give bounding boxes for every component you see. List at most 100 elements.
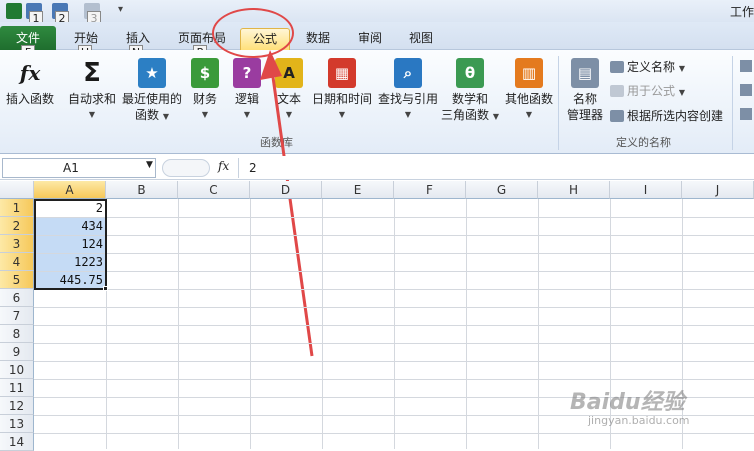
column-header-f[interactable]: F [394, 181, 466, 199]
column-header-i[interactable]: I [610, 181, 682, 199]
row-header-4[interactable]: 4 [0, 253, 34, 271]
tab-review[interactable]: 审阅 [352, 28, 388, 50]
grid-line [34, 343, 754, 344]
column-header-c[interactable]: C [178, 181, 250, 199]
row-header-2[interactable]: 2 [0, 217, 34, 235]
title-bar: 1 2 3 ▾ 工作 [0, 0, 754, 27]
name-manager-label: 名称 [572, 92, 597, 106]
autosum-button[interactable]: Σ 自动求和 ▼ [66, 58, 118, 123]
math-trig-label-2: 三角函数 ▼ [441, 108, 499, 122]
window-title: 工作 [729, 5, 754, 19]
select-all-corner[interactable] [0, 181, 34, 199]
grid-line [322, 199, 323, 449]
name-manager-icon: ▤ [571, 58, 599, 88]
watermark-url: jingyan.baidu.com [588, 414, 690, 427]
chevron-down-icon: ▼ [88, 110, 96, 119]
grid-line [34, 217, 754, 218]
customize-quick-access-icon[interactable]: ▾ [118, 4, 123, 15]
ribbon-tabs: 文件 开始 插入 页面布局 公式 数据 审阅 视图 F H N P [0, 22, 754, 61]
column-header-a[interactable]: A [34, 181, 106, 199]
grid-line [34, 253, 754, 254]
define-name-icon [610, 61, 624, 73]
grid-line [34, 307, 754, 308]
grid-line [394, 199, 395, 449]
fx-icon: fx [19, 61, 41, 85]
recently-used-button[interactable]: ★ 最近使用的 函数 ▼ [120, 58, 184, 125]
tab-view[interactable]: 视图 [403, 28, 439, 50]
grid-line [34, 379, 754, 380]
group-divider [732, 56, 733, 150]
fill-handle[interactable] [103, 286, 108, 291]
use-in-formula-icon [610, 85, 624, 97]
more-books-icon: ▥ [515, 58, 543, 88]
column-header-d[interactable]: D [250, 181, 322, 199]
row-header-3[interactable]: 3 [0, 235, 34, 253]
grid-line [178, 199, 179, 449]
remove-arrows-icon[interactable] [740, 108, 752, 120]
calendar-book-icon: ▦ [328, 58, 356, 88]
row-header-11[interactable]: 11 [0, 379, 34, 397]
sigma-icon: Σ [83, 58, 101, 88]
formula-bar-resize-handle[interactable] [162, 159, 210, 177]
magnifier-book-icon: ⌕ [394, 58, 422, 88]
cell-a3[interactable]: 124 [35, 236, 106, 253]
name-box[interactable]: A1 [2, 158, 156, 178]
math-trig-label: 数学和 [451, 92, 488, 106]
column-header-h[interactable]: H [538, 181, 610, 199]
arrow-head [260, 50, 282, 80]
use-in-formula-button[interactable]: 用于公式 ▼ [610, 82, 685, 100]
insert-function-button[interactable]: fx 插入函数 [4, 58, 56, 107]
group-label-defined-names: 定义的名称 [616, 136, 671, 149]
insert-function-label: 插入函数 [5, 92, 54, 106]
financial-button[interactable]: $ 财务 ▼ [188, 58, 222, 123]
lookup-reference-button[interactable]: ⌕ 查找与引用 ▼ [376, 58, 440, 123]
create-from-selection-button[interactable]: 根据所选内容创建 [610, 107, 723, 125]
recently-used-label-2: 函数 ▼ [135, 108, 169, 122]
grid-line [34, 289, 754, 290]
define-name-button[interactable]: 定义名称 ▼ [610, 58, 685, 76]
theta-book-icon: θ [456, 58, 484, 88]
name-box-dropdown-icon[interactable]: ▼ [146, 160, 153, 170]
grid-line [34, 433, 754, 434]
star-book-icon: ★ [138, 58, 166, 88]
cell-a1[interactable]: 2 [35, 200, 106, 217]
cell-a4[interactable]: 1223 [35, 254, 106, 271]
grid-line [34, 271, 754, 272]
chevron-down-icon: ▼ [404, 110, 412, 119]
column-header-e[interactable]: E [322, 181, 394, 199]
trace-precedents-icon[interactable] [740, 60, 752, 72]
math-trig-button[interactable]: θ 数学和 三角函数 ▼ [440, 58, 500, 125]
column-header-j[interactable]: J [682, 181, 754, 199]
formula-bar: A1 ▼ fx 2 [0, 156, 754, 180]
row-header-7[interactable]: 7 [0, 307, 34, 325]
row-header-6[interactable]: 6 [0, 289, 34, 307]
trace-dependents-icon[interactable] [740, 84, 752, 96]
more-functions-button[interactable]: ▥ 其他函数 ▼ [502, 58, 556, 123]
autosum-label: 自动求和 [67, 92, 116, 106]
row-header-8[interactable]: 8 [0, 325, 34, 343]
recently-used-label: 最近使用的 [121, 92, 182, 106]
cell-a5[interactable]: 445.75 [35, 272, 106, 289]
row-header-1[interactable]: 1 [0, 199, 34, 217]
row-header-9[interactable]: 9 [0, 343, 34, 361]
name-manager-label-2: 管理器 [566, 108, 603, 122]
formula-input[interactable]: 2 [238, 158, 754, 178]
watermark-logo: Baidu经验 [570, 390, 685, 415]
ribbon: fx 插入函数 Σ 自动求和 ▼ ★ 最近使用的 函数 ▼ $ 财务 ▼ ? 逻… [0, 50, 754, 154]
column-header-g[interactable]: G [466, 181, 538, 199]
insert-function-icon[interactable]: fx [218, 159, 229, 173]
row-header-13[interactable]: 13 [0, 415, 34, 433]
cell-a2[interactable]: 434 [35, 218, 106, 235]
grid-line [34, 325, 754, 326]
name-manager-button[interactable]: ▤ 名称 管理器 [564, 58, 606, 123]
row-header-14[interactable]: 14 [0, 433, 34, 451]
finance-book-icon: $ [191, 58, 219, 88]
grid-line [538, 199, 539, 449]
row-header-5[interactable]: 5 [0, 271, 34, 289]
chevron-down-icon: ▼ [201, 110, 209, 119]
row-header-10[interactable]: 10 [0, 361, 34, 379]
row-header-12[interactable]: 12 [0, 397, 34, 415]
column-header-b[interactable]: B [106, 181, 178, 199]
chevron-down-icon: ▼ [525, 110, 533, 119]
grid-line [250, 199, 251, 449]
